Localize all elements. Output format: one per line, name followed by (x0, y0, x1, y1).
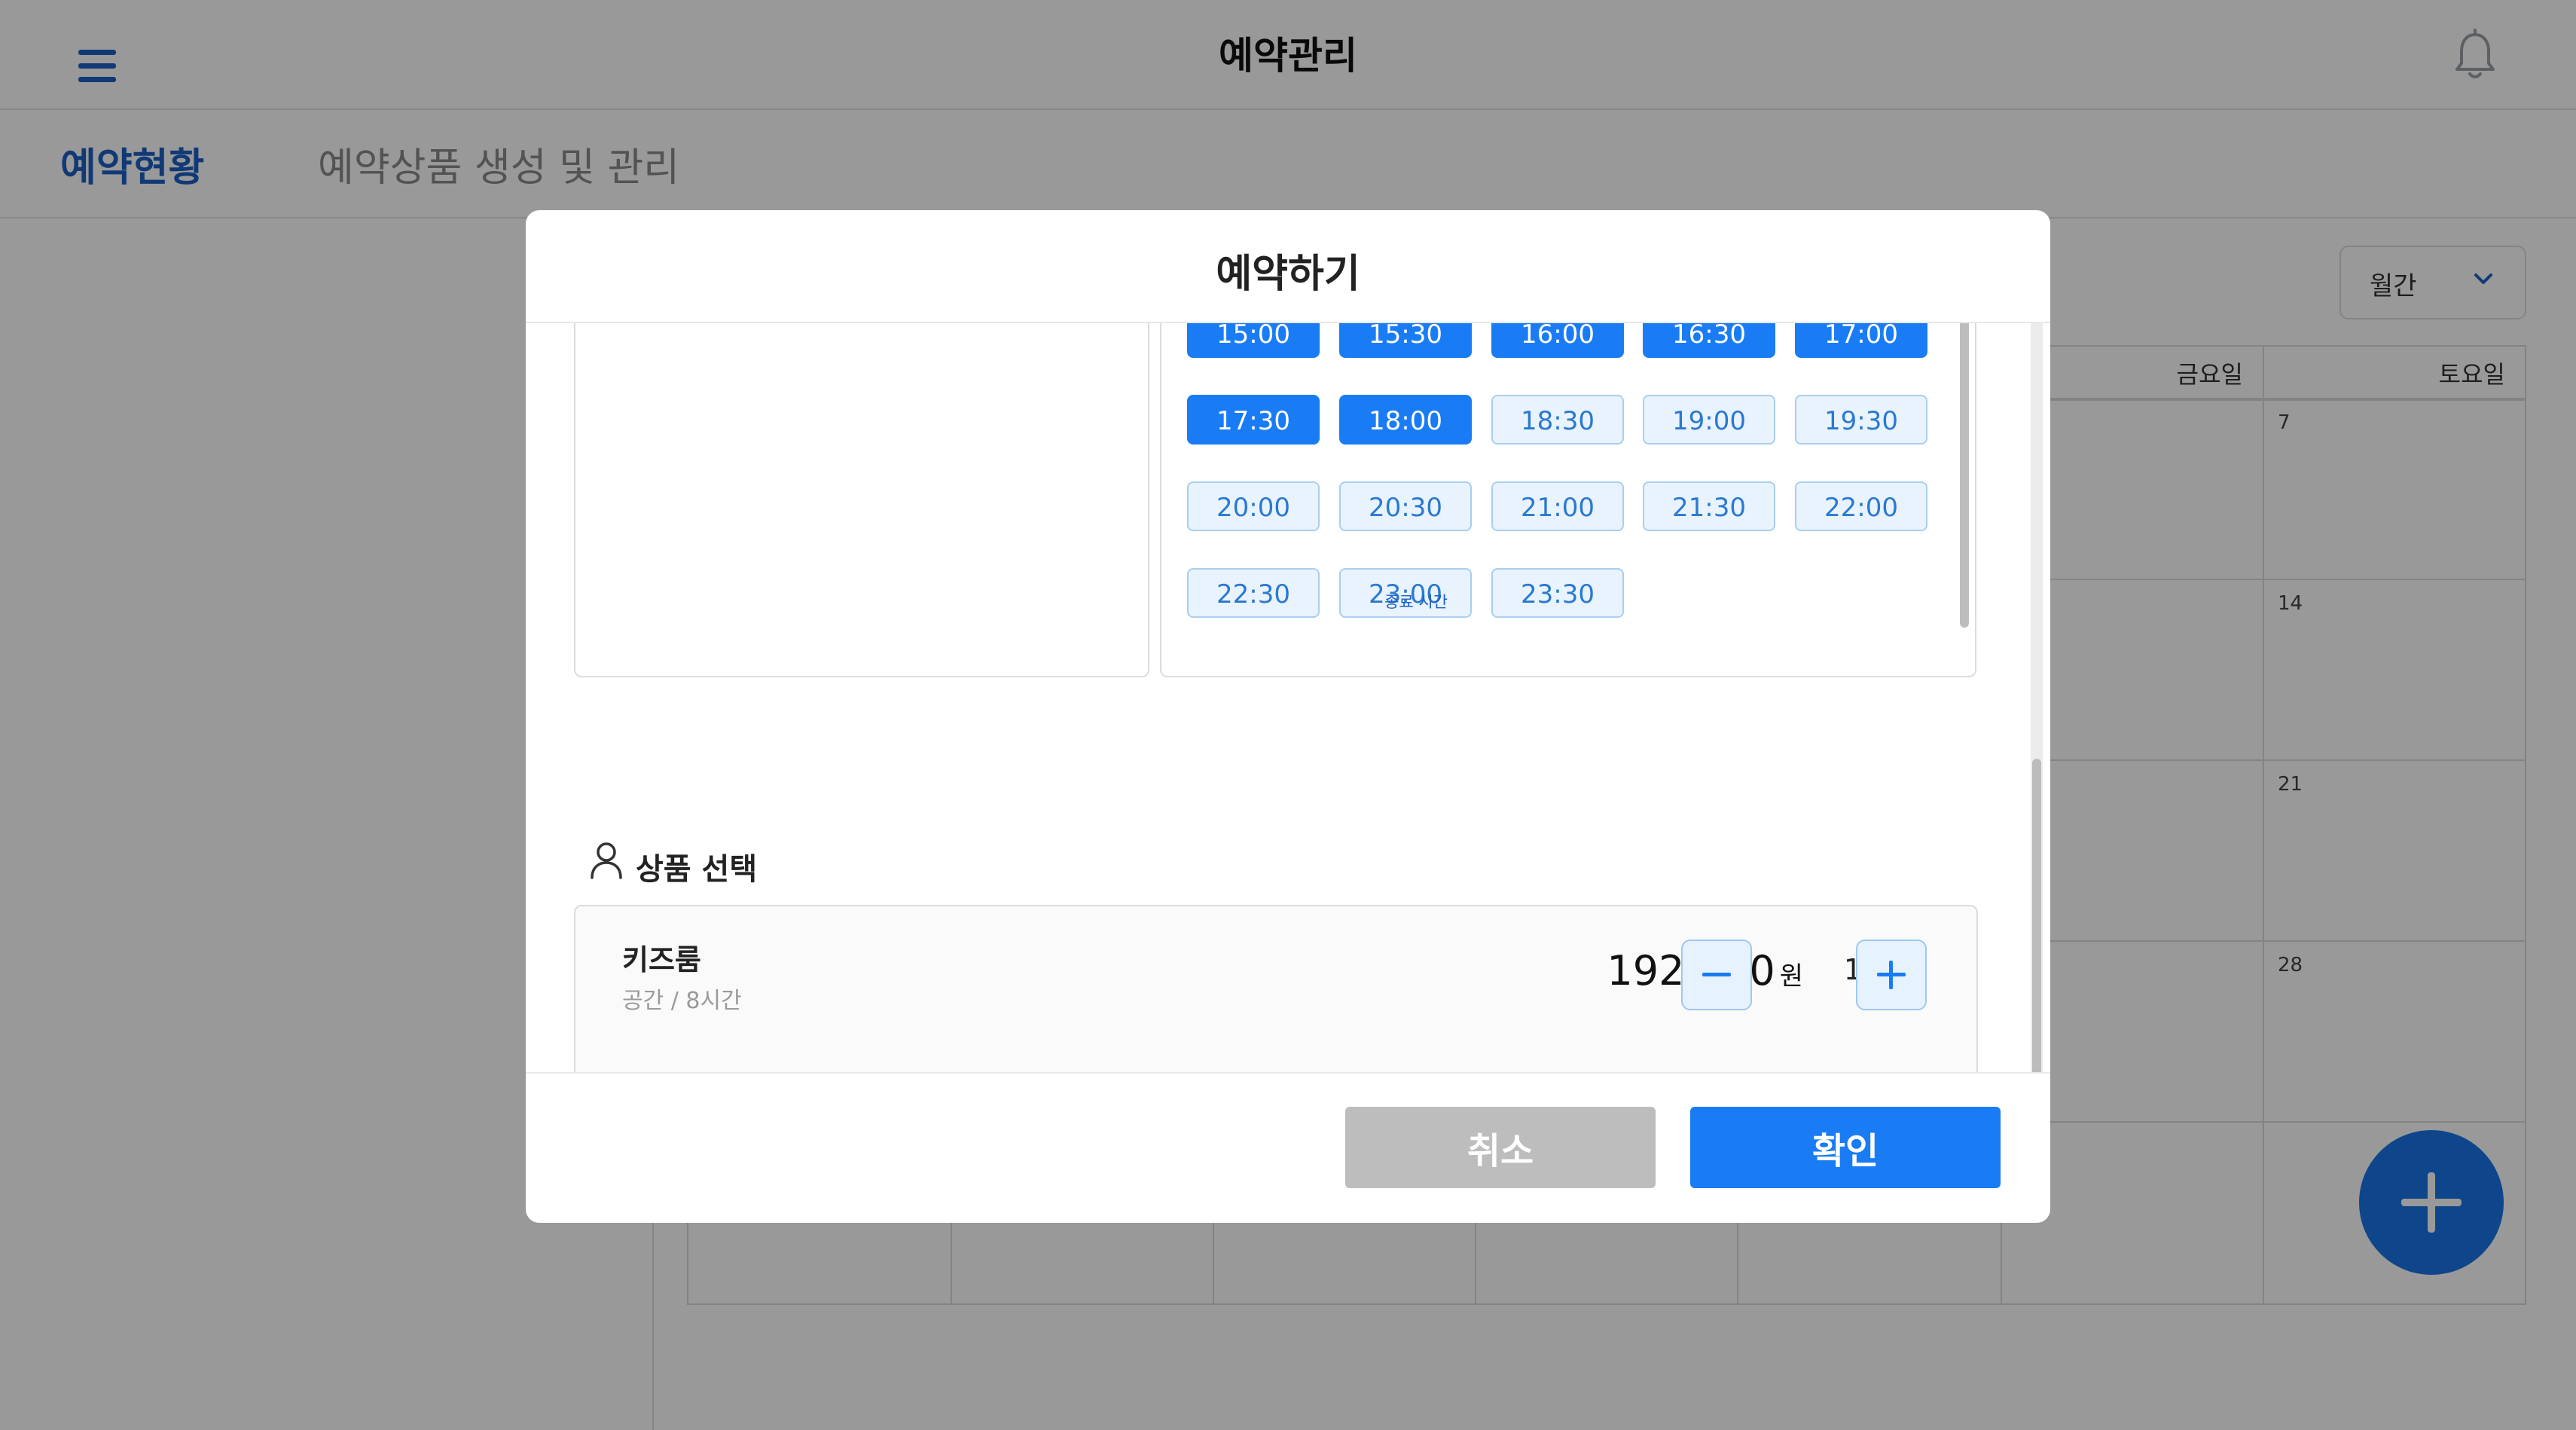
time-slot-button[interactable]: 17:30 (1187, 395, 1320, 445)
modal-footer: 취소 확인 (526, 1072, 2050, 1223)
end-time-label: 종료 시간 (1384, 593, 1448, 611)
time-slot-button[interactable]: 17:00 (1795, 323, 1927, 358)
time-slot-button[interactable]: 20:30 (1339, 481, 1472, 531)
modal-header: 예약하기 (526, 210, 2050, 323)
time-slot-button[interactable]: 21:30 (1643, 481, 1775, 531)
calendar-picker-panel (574, 323, 1149, 677)
time-slot-button[interactable]: 23:30 (1491, 568, 1624, 618)
modal-title: 예약하기 (1216, 252, 1360, 297)
time-slot-button[interactable]: 15:30 (1339, 323, 1472, 358)
time-slot-scrollbar[interactable] (1960, 323, 1969, 628)
minus-icon[interactable] (1681, 940, 1752, 1010)
time-slot-button[interactable]: 19:00 (1643, 395, 1775, 445)
time-slot-button[interactable]: 22:30 (1187, 568, 1320, 618)
plus-icon[interactable] (1856, 940, 1927, 1010)
cancel-button[interactable]: 취소 (1345, 1107, 1656, 1188)
reservation-modal: 예약하기 15:00 15:30 16:00 16:30 17:00 17:30 18:00… (526, 210, 2050, 1223)
time-slot-button[interactable]: 16:30 (1643, 323, 1775, 358)
user-icon (591, 842, 622, 879)
product-name: 키즈룸 (622, 943, 701, 976)
time-slot-button[interactable]: 18:30 (1491, 395, 1624, 445)
time-slot-button[interactable]: 15:00 (1187, 323, 1320, 358)
product-section-title: 상품 선택 (636, 852, 758, 887)
price-unit: 원 (1779, 961, 1803, 992)
time-slot-button[interactable]: 21:00 (1491, 481, 1624, 531)
time-slot-button[interactable]: 20:00 (1187, 481, 1320, 531)
time-slot-button[interactable]: 18:00 (1339, 395, 1472, 445)
confirm-button[interactable]: 확인 (1690, 1107, 2001, 1188)
time-slot-button[interactable]: 22:00 (1795, 481, 1927, 531)
time-slot-button[interactable]: 16:00 (1491, 323, 1624, 358)
product-subtitle: 공간 / 8시간 (622, 988, 742, 1014)
time-slot-button[interactable]: 19:30 (1795, 395, 1927, 445)
